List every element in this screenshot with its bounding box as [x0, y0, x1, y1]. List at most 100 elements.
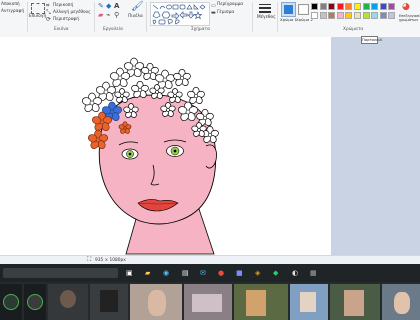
fill-shape-icon: ▬	[211, 10, 216, 16]
participant-tile[interactable]	[48, 284, 88, 320]
shapes-gallery[interactable]	[150, 2, 210, 26]
paint-icon[interactable]: ◈	[255, 269, 260, 277]
participant-video	[394, 292, 410, 314]
teams-icon[interactable]: ■	[236, 269, 243, 277]
video-call-strip	[0, 282, 420, 320]
crop-button[interactable]: Περικοπή	[53, 3, 73, 8]
colors-group-title: Χρώματα	[343, 27, 364, 32]
avatar	[27, 294, 43, 310]
participant-tile[interactable]	[234, 284, 288, 320]
image-group-title: Εικόνα	[54, 27, 69, 32]
palette-color[interactable]	[371, 12, 379, 19]
size-button[interactable]: Μέγεθος	[257, 15, 276, 20]
select-button[interactable]: Επιλογή	[29, 14, 46, 19]
separator	[277, 2, 278, 32]
canvas-dimensions: 935 × 1080px	[95, 258, 126, 263]
fill-icon[interactable]: ◆	[106, 2, 111, 10]
color1-label: Χρώμα 1	[280, 17, 297, 22]
file-explorer-icon[interactable]: ▰	[145, 269, 150, 277]
select-icon	[31, 3, 45, 14]
palette-color[interactable]	[345, 3, 353, 10]
cut-button[interactable]: Αποκοπή	[1, 2, 20, 7]
palette-color[interactable]	[328, 12, 336, 19]
taskbar: ▣ ▰ ◉ ▤ ✉ ● ■ ◈ ◆ ◐ ▦	[0, 264, 420, 282]
participant-video	[344, 290, 364, 316]
right-pupil	[173, 149, 177, 153]
resize-button[interactable]: Αλλαγή μεγέθους	[53, 10, 91, 15]
brushes-button[interactable]: Πινέλα	[128, 14, 143, 19]
palette-color[interactable]	[388, 3, 396, 10]
pencil-icon[interactable]: ✎	[98, 2, 104, 10]
outline-button[interactable]: Περίγραμμα	[217, 2, 243, 7]
palette-color[interactable]	[345, 12, 353, 19]
left-pupil	[128, 152, 132, 156]
separator	[252, 2, 253, 32]
separator	[146, 2, 147, 32]
copy-button[interactable]: Αντιγραφή	[1, 9, 24, 14]
palette-color[interactable]	[328, 3, 336, 10]
dimensions-icon: ⛶	[87, 256, 92, 263]
color1-swatch-frame[interactable]	[281, 2, 296, 17]
color2-swatch-frame[interactable]	[298, 4, 309, 15]
participant-tile[interactable]	[382, 284, 420, 320]
store-icon[interactable]: ▤	[182, 269, 189, 277]
palette-color[interactable]	[362, 12, 370, 19]
palette-color[interactable]	[379, 3, 387, 10]
participant-tile[interactable]	[90, 284, 128, 320]
ribbon: Αποκοπή Αντιγραφή Επιλογή ⌗ Περικοπή ⤡ Α…	[0, 0, 420, 34]
palette-color[interactable]	[336, 3, 344, 10]
participant-video	[60, 290, 76, 308]
app-icon-green[interactable]: ◆	[273, 269, 278, 277]
participant-video	[300, 292, 316, 312]
drawing-canvas[interactable]	[0, 37, 331, 255]
palette-color[interactable]	[311, 12, 318, 19]
palette-color[interactable]	[379, 12, 387, 19]
color2-swatch	[300, 6, 307, 13]
participant-tile[interactable]	[130, 284, 182, 320]
shapes-icons	[152, 4, 206, 25]
face-drawing	[81, 57, 219, 255]
color-tooltip: Πορτοκαλί	[361, 36, 383, 44]
palette-color[interactable]	[354, 12, 361, 19]
task-view-icon[interactable]: ▣	[126, 269, 133, 277]
color-picker-icon[interactable]: ⌁	[106, 11, 110, 19]
text-icon[interactable]: A	[114, 2, 119, 10]
participant-tile[interactable]	[0, 284, 22, 320]
palette-color[interactable]	[336, 12, 344, 19]
eraser-icon[interactable]: ▰	[98, 11, 103, 19]
app-icon-gray[interactable]: ◐	[292, 269, 298, 277]
magnifier-icon[interactable]: ⚲	[114, 11, 119, 19]
mail-icon[interactable]: ✉	[200, 269, 206, 277]
app-icon-doc[interactable]: ▦	[310, 269, 317, 277]
shapes-group-title: Σχήματα	[191, 27, 210, 32]
participant-video	[192, 294, 222, 312]
separator	[27, 2, 28, 32]
edit-colors-button[interactable]: Επεξεργασία χρωμάτων	[399, 14, 420, 22]
participant-tile[interactable]	[24, 284, 46, 320]
palette-color[interactable]	[388, 12, 396, 19]
separator	[94, 2, 95, 32]
palette-color[interactable]	[354, 3, 361, 10]
participant-tile[interactable]	[184, 284, 232, 320]
search-box[interactable]	[3, 268, 118, 278]
tools-group-title: Εργαλεία	[103, 27, 123, 32]
size-icon[interactable]	[259, 3, 271, 13]
edit-colors-icon[interactable]: ◕	[402, 3, 410, 12]
rotate-button[interactable]: Περιστροφή	[53, 17, 79, 22]
palette-color[interactable]	[319, 12, 327, 19]
edge-icon[interactable]: ◉	[163, 269, 169, 277]
palette-color[interactable]	[362, 3, 370, 10]
flower	[173, 68, 191, 86]
fill-button[interactable]: Γέμισμα	[217, 10, 234, 15]
color1-swatch	[284, 5, 293, 14]
palette-color[interactable]	[311, 3, 318, 10]
palette-color[interactable]	[319, 3, 327, 10]
palette-color[interactable]	[371, 3, 379, 10]
participant-video	[246, 290, 266, 316]
app-icon-red[interactable]: ●	[218, 269, 224, 277]
rotate-icon: ⟳	[46, 16, 52, 23]
participant-video	[148, 290, 166, 316]
participant-tile[interactable]	[290, 284, 328, 320]
brushes-icon[interactable]: 🖌	[131, 2, 144, 12]
participant-tile[interactable]	[330, 284, 380, 320]
